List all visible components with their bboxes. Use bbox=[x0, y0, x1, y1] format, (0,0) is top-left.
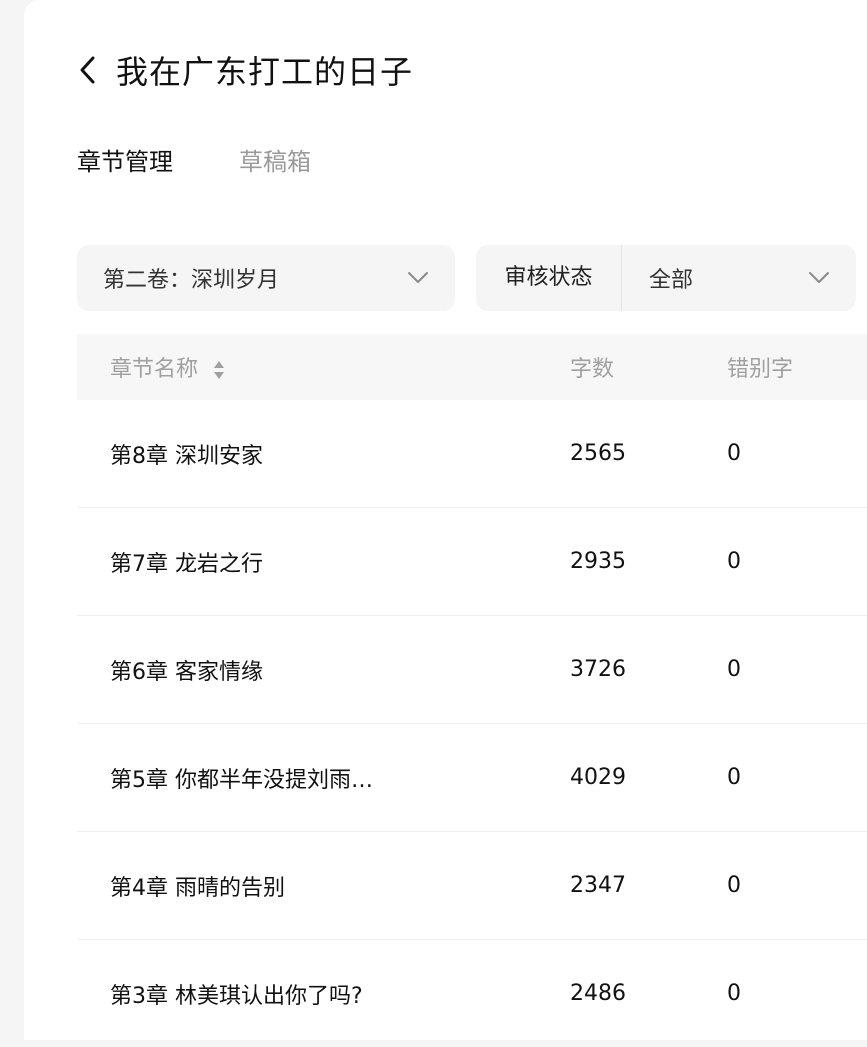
chapter-table: 章节名称 字数 错别字 第8章 深圳安家 2565 0 第7章 龙岩之行 293… bbox=[77, 334, 867, 1047]
table-row[interactable]: 第5章 你都半年没提刘雨… 4029 0 bbox=[77, 724, 867, 832]
table-header: 章节名称 字数 错别字 bbox=[77, 334, 867, 400]
review-status-select[interactable]: 全部 bbox=[622, 245, 856, 311]
chapter-name: 第8章 深圳安家 bbox=[110, 443, 263, 469]
chapter-word-count: 2935 bbox=[570, 549, 626, 574]
page-header: 我在广东打工的日子 bbox=[78, 46, 413, 94]
review-status-label: 审核状态 bbox=[476, 245, 622, 311]
chapter-word-count: 2347 bbox=[570, 873, 626, 898]
page-title: 我在广东打工的日子 bbox=[116, 53, 414, 91]
chapter-typo-count: 0 bbox=[727, 549, 741, 574]
chapter-word-count: 2565 bbox=[570, 441, 626, 466]
table-row[interactable]: 第4章 雨晴的告别 2347 0 bbox=[77, 832, 867, 940]
volume-select[interactable]: 第二卷：深圳岁月 bbox=[77, 245, 455, 311]
chevron-left-icon[interactable] bbox=[78, 53, 104, 87]
tab-bar: 章节管理 草稿箱 bbox=[77, 142, 377, 177]
chevron-down-icon bbox=[809, 272, 829, 283]
chapter-typo-count: 0 bbox=[727, 657, 741, 682]
chapter-typo-count: 0 bbox=[727, 981, 741, 1006]
table-row[interactable]: 第8章 深圳安家 2565 0 bbox=[77, 400, 867, 508]
chapter-typo-count: 0 bbox=[727, 873, 741, 898]
content-panel: 我在广东打工的日子 章节管理 草稿箱 第二卷：深圳岁月 审核状态 全部 章节名称 bbox=[24, 0, 867, 1040]
chevron-down-icon bbox=[408, 272, 428, 283]
column-header-name-label: 章节名称 bbox=[110, 357, 199, 382]
chapter-name: 第4章 雨晴的告别 bbox=[110, 875, 285, 901]
tab-chapter-management[interactable]: 章节管理 bbox=[77, 142, 173, 177]
chapter-word-count: 2486 bbox=[570, 981, 626, 1006]
chapter-typo-count: 0 bbox=[727, 765, 741, 790]
chapter-name: 第7章 龙岩之行 bbox=[110, 551, 263, 577]
chapter-name: 第5章 你都半年没提刘雨… bbox=[110, 767, 373, 793]
chapter-word-count: 4029 bbox=[570, 765, 626, 790]
review-status-value: 全部 bbox=[649, 268, 694, 293]
table-row[interactable]: 第7章 龙岩之行 2935 0 bbox=[77, 508, 867, 616]
review-status-filter: 审核状态 全部 bbox=[476, 245, 856, 311]
table-row[interactable]: 第3章 林美琪认出你了吗? 2486 0 bbox=[77, 940, 867, 1047]
chapter-word-count: 3726 bbox=[570, 657, 626, 682]
chapter-name: 第6章 客家情缘 bbox=[110, 659, 263, 685]
chapter-name: 第3章 林美琪认出你了吗? bbox=[110, 983, 363, 1009]
column-header-words: 字数 bbox=[570, 357, 615, 382]
chapter-typo-count: 0 bbox=[727, 441, 741, 466]
tab-drafts[interactable]: 草稿箱 bbox=[239, 142, 311, 177]
volume-select-value: 第二卷：深圳岁月 bbox=[103, 268, 280, 293]
column-header-name: 章节名称 bbox=[110, 351, 225, 383]
table-row[interactable]: 第6章 客家情缘 3726 0 bbox=[77, 616, 867, 724]
column-header-typos: 错别字 bbox=[727, 357, 794, 382]
sort-icon[interactable] bbox=[213, 359, 225, 381]
